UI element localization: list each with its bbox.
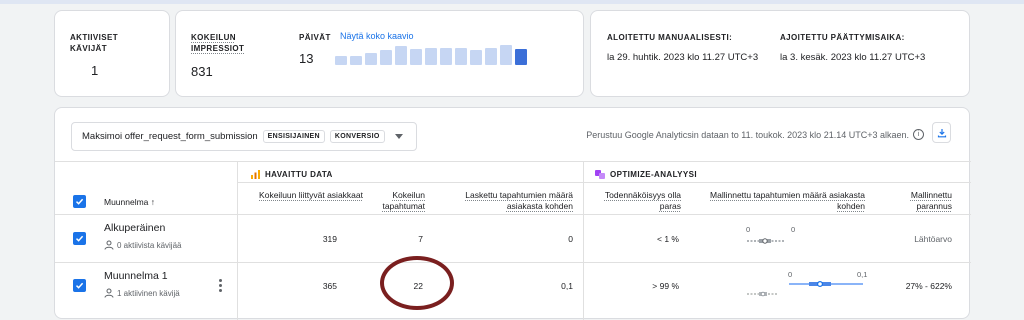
active-users-card: AKTIIVISET KÄVIJÄT 1 (54, 10, 170, 97)
active-users-label: AKTIIVISET KÄVIJÄT (70, 33, 119, 53)
person-icon (104, 288, 114, 298)
modeled-interval-chart (747, 280, 863, 297)
cell-improvement: 27% - 622% (905, 281, 952, 291)
variant-active-users: 1 aktiivinen kävijä (104, 288, 180, 298)
column-divider (237, 161, 238, 320)
check-icon (75, 282, 84, 289)
interval-axis-min: 0 (746, 225, 751, 234)
variant-column-header[interactable]: Muunnelma ↑ (104, 197, 155, 207)
daily-bar (500, 45, 512, 65)
column-divider (583, 161, 584, 320)
row-divider (55, 262, 971, 263)
bar-chart-icon (251, 170, 260, 179)
observed-data-header: HAVAITTU DATA (251, 170, 333, 179)
check-icon (75, 198, 84, 205)
days-value: 13 (299, 51, 314, 66)
optimize-analysis-header: OPTIMIZE-ANALYYSI (595, 170, 697, 179)
active-users-value: 1 (91, 63, 99, 78)
row-checkbox[interactable] (73, 279, 86, 292)
daily-bar (425, 48, 437, 65)
daily-bar (365, 53, 377, 65)
daily-bar (395, 46, 407, 65)
manual-start-label: ALOITETTU MANUAALISESTI: (607, 33, 733, 42)
optimize-icon (595, 170, 605, 179)
objective-selector[interactable]: Maksimoi offer_request_form_submission E… (71, 122, 417, 151)
select-all-checkbox[interactable] (73, 195, 86, 208)
daily-bar (485, 47, 497, 65)
objective-text: Maksimoi offer_request_form_submission (82, 131, 258, 142)
optimize-analysis-title: OPTIMIZE-ANALYYSI (610, 170, 697, 179)
variant-name[interactable]: Muunnelma 1 (104, 270, 168, 282)
column-header-events-per-user[interactable]: Laskettu tapahtumien määrä asiakasta koh… (449, 190, 573, 212)
cell-events: 7 (418, 234, 423, 244)
daily-sparkline (335, 44, 527, 65)
view-full-chart-link[interactable]: Näytä koko kaavio (340, 31, 414, 41)
column-header-improvement[interactable]: Mallinnettu parannus (881, 190, 952, 212)
manual-start-value: la 29. huhtik. 2023 klo 11.27 UTC+3 (607, 52, 759, 63)
days-label: PÄIVÄT (299, 33, 331, 42)
variant-active-users-text: 0 aktiivista kävijää (117, 240, 182, 250)
observed-data-title: HAVAITTU DATA (265, 170, 333, 179)
person-icon (104, 240, 114, 250)
daily-bar (455, 48, 467, 65)
check-icon (75, 235, 84, 242)
daily-bar (410, 48, 422, 65)
schedule-card: ALOITETTU MANUAALISESTI: la 29. huhtik. … (590, 10, 970, 97)
more-vert-icon[interactable] (219, 279, 222, 292)
interval-axis-max: 0 (791, 225, 796, 234)
cell-users: 319 (322, 234, 337, 244)
conversion-chip: KONVERSIO (329, 130, 385, 143)
variant-name[interactable]: Alkuperäinen (104, 222, 165, 234)
interval-axis-max: 0,1 (857, 270, 868, 279)
daily-bar (470, 50, 482, 65)
modeled-interval-chart (747, 238, 785, 244)
cell-users: 365 (322, 281, 337, 291)
header-divider (55, 214, 971, 215)
cell-events-per-user: 0,1 (561, 281, 573, 291)
annotation-circle (380, 256, 454, 310)
daily-bar (440, 48, 452, 65)
cell-events-per-user: 0 (568, 234, 573, 244)
daily-bar (515, 49, 527, 65)
column-header-prob-best[interactable]: Todennäköisyys olla paras (585, 190, 681, 212)
daily-bar (350, 55, 362, 65)
row-checkbox[interactable] (73, 232, 86, 245)
results-table-card: Maksimoi offer_request_form_submission E… (54, 107, 971, 320)
daily-bar (335, 55, 347, 65)
variant-active-users: 0 aktiivista kävijää (104, 240, 181, 250)
top-strip (0, 0, 1024, 4)
download-button[interactable] (932, 122, 951, 143)
scheduled-end-value: la 3. kesäk. 2023 klo 11.27 UTC+3 (780, 52, 926, 63)
scheduled-end-label: AJOITETTU PÄÄTTYMISAIKA: (780, 33, 905, 42)
chevron-down-icon[interactable] (394, 134, 403, 139)
impressions-label: KOKEILUN IMPRESSIOT (191, 33, 245, 53)
column-header-users[interactable]: Kokeiluun liittyvät asiakkaat (259, 190, 363, 201)
daily-bar (380, 50, 392, 65)
cell-prob-best: < 1 % (657, 234, 679, 244)
sort-arrow-icon: ↑ (150, 197, 156, 207)
primary-chip: ENSISIJAINEN (262, 130, 325, 143)
interval-axis-min: 0 (788, 270, 793, 279)
download-icon (937, 128, 946, 137)
column-header-modeled[interactable]: Mallinnettu tapahtumien määrä asiakasta … (695, 190, 865, 212)
cell-improvement: Lähtöarvo (914, 234, 952, 244)
section-divider (237, 182, 971, 183)
toolbar-divider (55, 161, 971, 162)
impressions-value: 831 (191, 64, 213, 79)
info-icon[interactable]: i (913, 129, 924, 140)
column-header-events[interactable]: Kokeilun tapahtumat (375, 190, 425, 212)
variant-column-label: Muunnelma (104, 197, 149, 207)
data-source-note: Perustuu Google Analyticsin dataan to 11… (586, 130, 909, 140)
cell-prob-best: > 99 % (652, 281, 679, 291)
variant-active-users-text: 1 aktiivinen kävijä (117, 288, 180, 298)
